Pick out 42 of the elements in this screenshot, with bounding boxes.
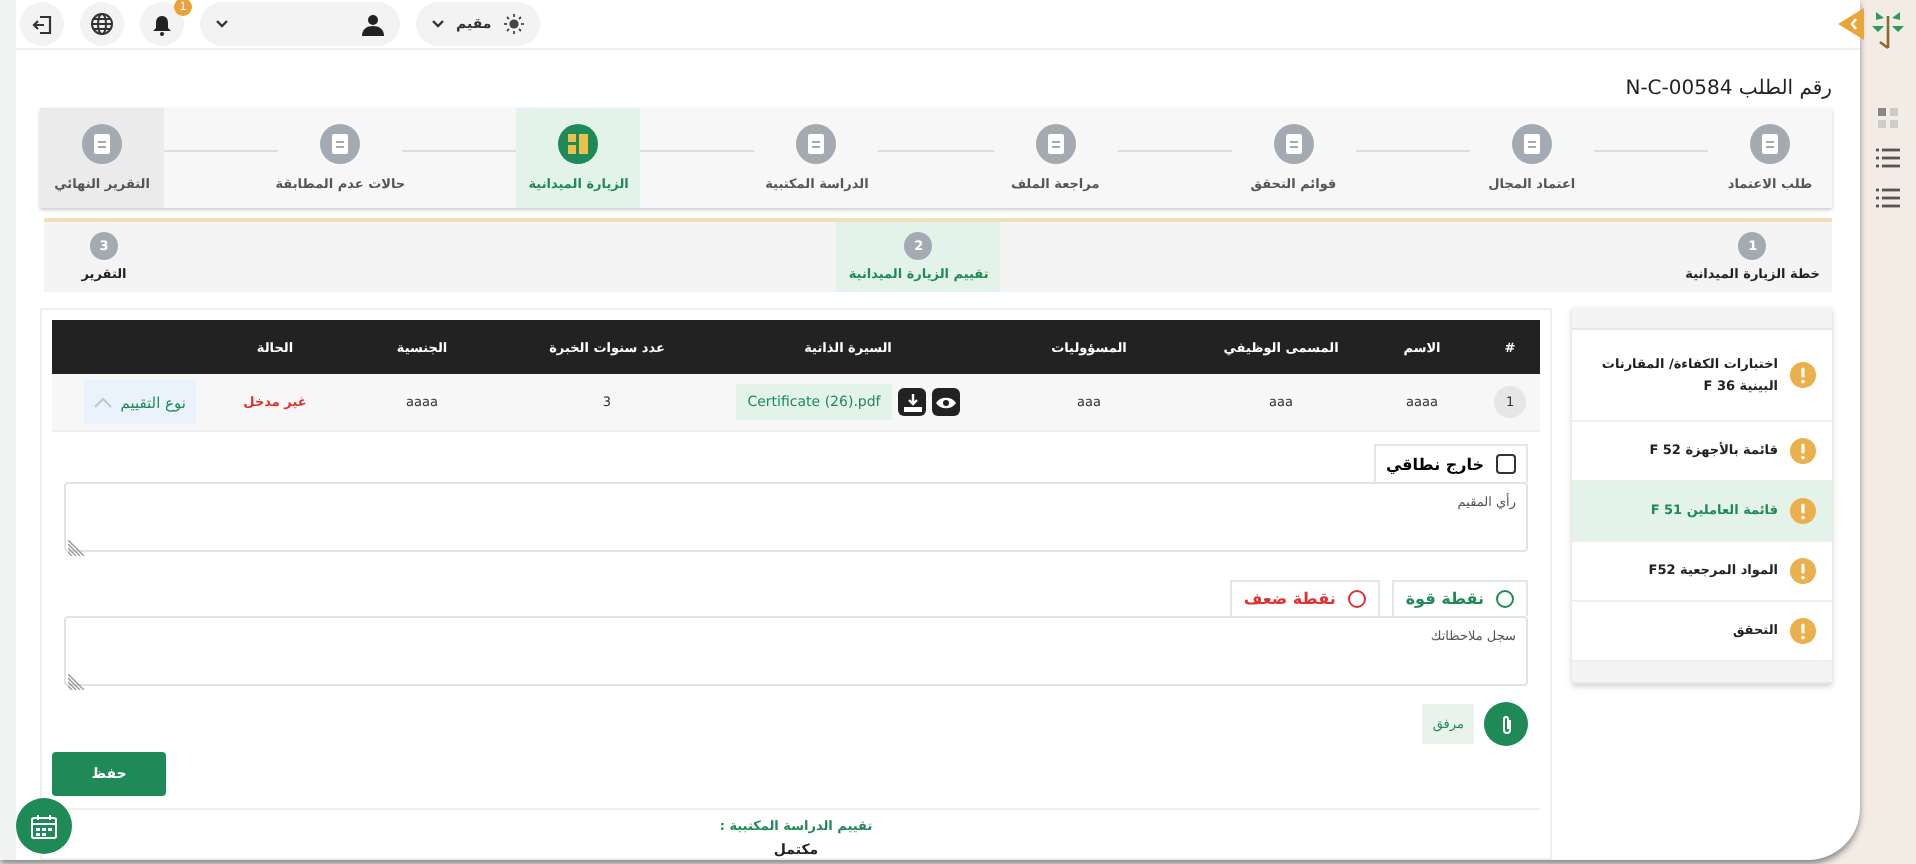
chevron-down-icon <box>432 20 444 28</box>
calendar-button[interactable] <box>16 798 72 854</box>
download-icon <box>903 393 922 411</box>
eye-icon <box>936 395 957 409</box>
document-icon <box>1047 134 1064 154</box>
document-icon <box>1523 134 1540 154</box>
attach-button[interactable] <box>1484 702 1528 746</box>
calendar-icon <box>30 813 58 839</box>
language-button[interactable] <box>80 2 124 46</box>
chevron-down-icon <box>216 20 228 28</box>
dashboard-icon[interactable] <box>1878 108 1898 128</box>
warning-icon <box>1790 362 1816 388</box>
warning-icon <box>1790 558 1816 584</box>
logout-icon <box>31 13 53 35</box>
request-number: رقم الطلب N-C-00584 <box>1623 76 1832 104</box>
document-icon <box>94 134 111 154</box>
grid-icon <box>568 134 589 154</box>
resize-grip-icon[interactable] <box>68 674 84 690</box>
warning-icon <box>1790 618 1816 644</box>
document-icon <box>1285 134 1302 154</box>
resize-grip-icon[interactable] <box>68 540 84 556</box>
bell-icon <box>152 13 172 35</box>
warning-icon <box>1790 498 1816 524</box>
warning-icon <box>1790 438 1816 464</box>
document-icon <box>808 134 825 154</box>
sun-icon <box>503 14 524 34</box>
document-icon <box>332 134 349 154</box>
out-of-scope-checkbox[interactable]: خارج نطاقي <box>1373 444 1528 482</box>
logout-button[interactable] <box>20 2 64 46</box>
paperclip-icon <box>1499 713 1513 735</box>
list-icon[interactable] <box>1876 148 1900 168</box>
user-dropdown[interactable] <box>200 2 400 46</box>
point-type-radio[interactable]: نقطة ضعف <box>1229 580 1380 616</box>
logo-icon <box>1868 8 1908 52</box>
point-type-radio[interactable]: نقطة قوة <box>1391 580 1528 616</box>
view-button[interactable] <box>932 388 961 416</box>
chevron-up-icon <box>94 397 113 407</box>
download-button[interactable] <box>898 388 927 416</box>
list-icon[interactable] <box>1876 188 1900 208</box>
user-icon <box>362 13 384 35</box>
globe-icon <box>90 12 114 36</box>
document-icon <box>1762 134 1778 154</box>
